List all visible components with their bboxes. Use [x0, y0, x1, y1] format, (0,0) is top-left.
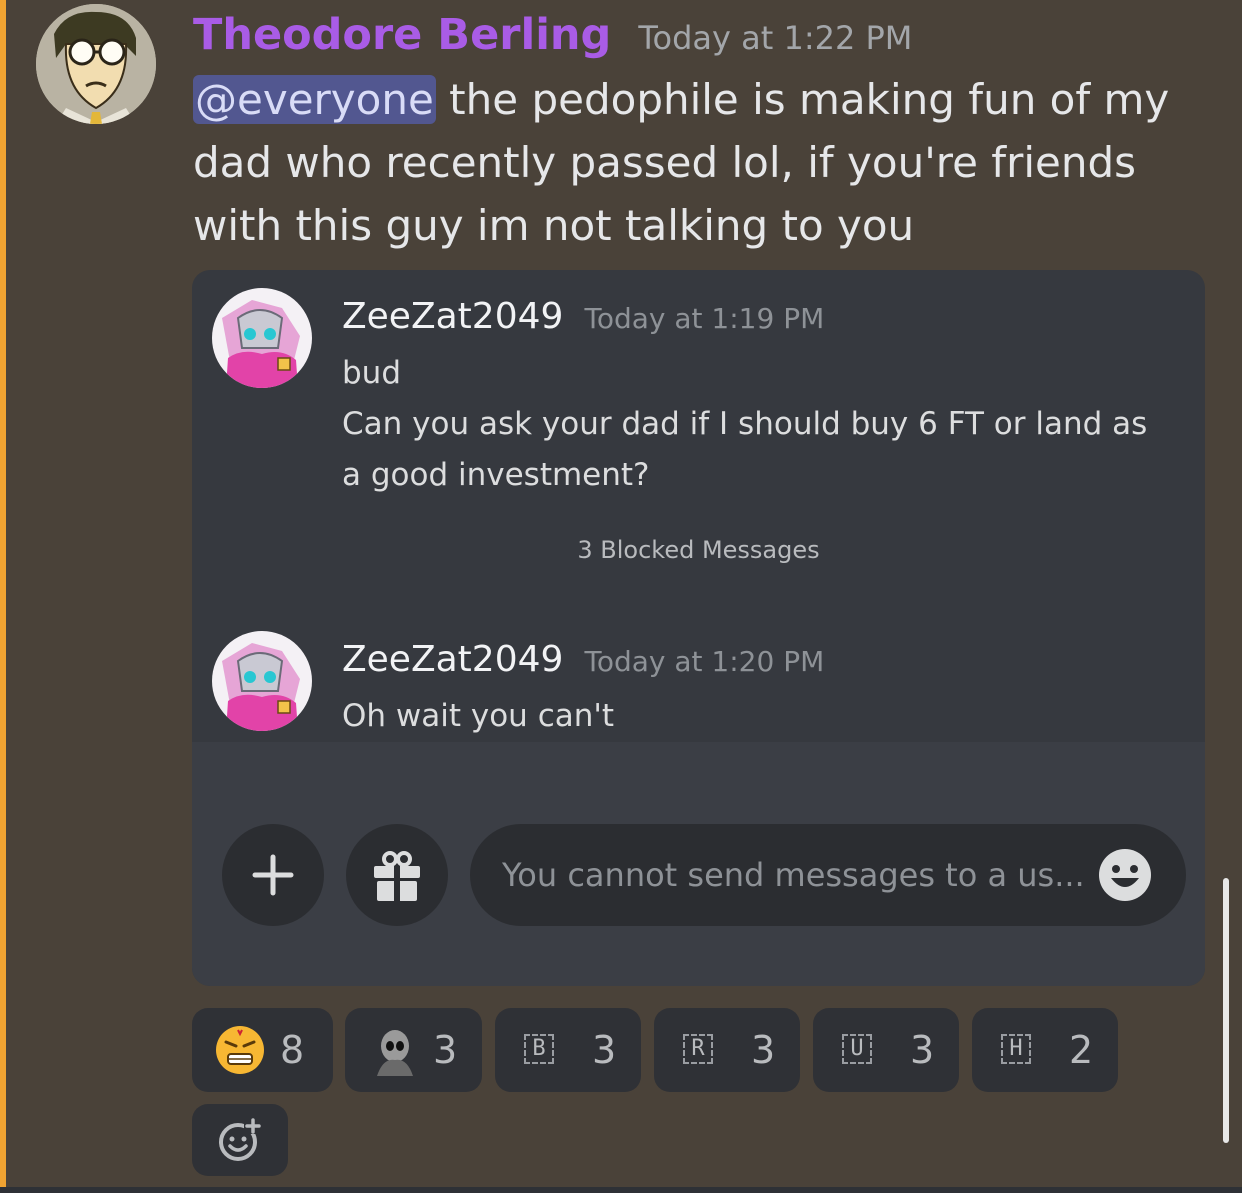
message-text: @everyone the pedophile is making fun of…: [193, 68, 1203, 257]
smiley-icon: [1099, 849, 1151, 901]
gift-icon: [374, 851, 420, 901]
embed-gift-button: [346, 824, 448, 926]
pink-robot-avatar-icon: [212, 631, 312, 731]
embed-line: bud: [342, 355, 402, 391]
embed-message-text: bud Can you ask your dad if I should buy…: [342, 348, 1172, 501]
embed-avatar: [212, 288, 312, 388]
blocked-messages-note: 3 Blocked Messages: [577, 536, 820, 564]
reaction-letter-u[interactable]: U 3: [813, 1008, 959, 1092]
highlight-accent-bar: [0, 0, 6, 1193]
attached-screenshot[interactable]: ZeeZat2049 Today at 1:19 PM bud Can you …: [192, 270, 1205, 986]
angry-face-icon: [216, 1026, 264, 1074]
embed-author-name: ZeeZat2049: [342, 639, 564, 680]
author-avatar[interactable]: [36, 4, 156, 124]
message-timestamp: Today at 1:22 PM: [638, 19, 913, 57]
reaction-count: 2: [1069, 1028, 1094, 1072]
embed-message-header: ZeeZat2049 Today at 1:19 PM: [342, 296, 824, 337]
letter-b-emoji: B: [524, 1034, 554, 1064]
input-placeholder: You cannot send messages to a us...: [502, 856, 1085, 894]
add-reaction-icon: [219, 1118, 262, 1161]
pink-robot-avatar-icon: [212, 288, 312, 388]
letter-h-emoji: H: [1001, 1034, 1031, 1064]
letter-u-emoji: U: [842, 1034, 872, 1064]
embed-composer-area: You cannot send messages to a us...: [192, 742, 1205, 986]
author-name[interactable]: Theodore Berling: [193, 10, 611, 60]
everyone-mention[interactable]: @everyone: [193, 75, 436, 124]
reaction-dark-figure[interactable]: 3: [345, 1008, 482, 1092]
bottom-edge: [0, 1187, 1242, 1193]
dark-figure-icon: [367, 1024, 419, 1076]
reaction-angry-face[interactable]: 8: [192, 1008, 333, 1092]
embed-timestamp: Today at 1:20 PM: [584, 645, 825, 678]
embed-line: Can you ask your dad if I should buy 6 F…: [342, 406, 1148, 493]
reaction-letter-h[interactable]: H 2: [972, 1008, 1118, 1092]
embed-line: Oh wait you can't: [342, 698, 615, 734]
cartoon-man-avatar-icon: [36, 4, 156, 124]
reaction-count: 3: [910, 1028, 935, 1072]
add-reaction-button[interactable]: [192, 1104, 288, 1176]
embed-author-name: ZeeZat2049: [342, 296, 564, 337]
embed-avatar: [212, 631, 312, 731]
plus-icon: [252, 854, 294, 896]
reaction-letter-b[interactable]: B 3: [495, 1008, 641, 1092]
letter-r-emoji: R: [683, 1034, 713, 1064]
reaction-letter-r[interactable]: R 3: [654, 1008, 800, 1092]
reaction-count: 3: [592, 1028, 617, 1072]
embed-message-input: You cannot send messages to a us...: [470, 824, 1186, 926]
reaction-count: 8: [280, 1028, 305, 1072]
reaction-count: 3: [751, 1028, 776, 1072]
embed-message-text: Oh wait you can't: [342, 691, 1172, 742]
message-header: Theodore Berling Today at 1:22 PM: [193, 10, 912, 66]
embed-message-header: ZeeZat2049 Today at 1:20 PM: [342, 639, 824, 680]
embed-timestamp: Today at 1:19 PM: [584, 302, 825, 335]
reaction-count: 3: [433, 1028, 458, 1072]
scrollbar[interactable]: [1223, 878, 1229, 1143]
embed-plus-button: [222, 824, 324, 926]
